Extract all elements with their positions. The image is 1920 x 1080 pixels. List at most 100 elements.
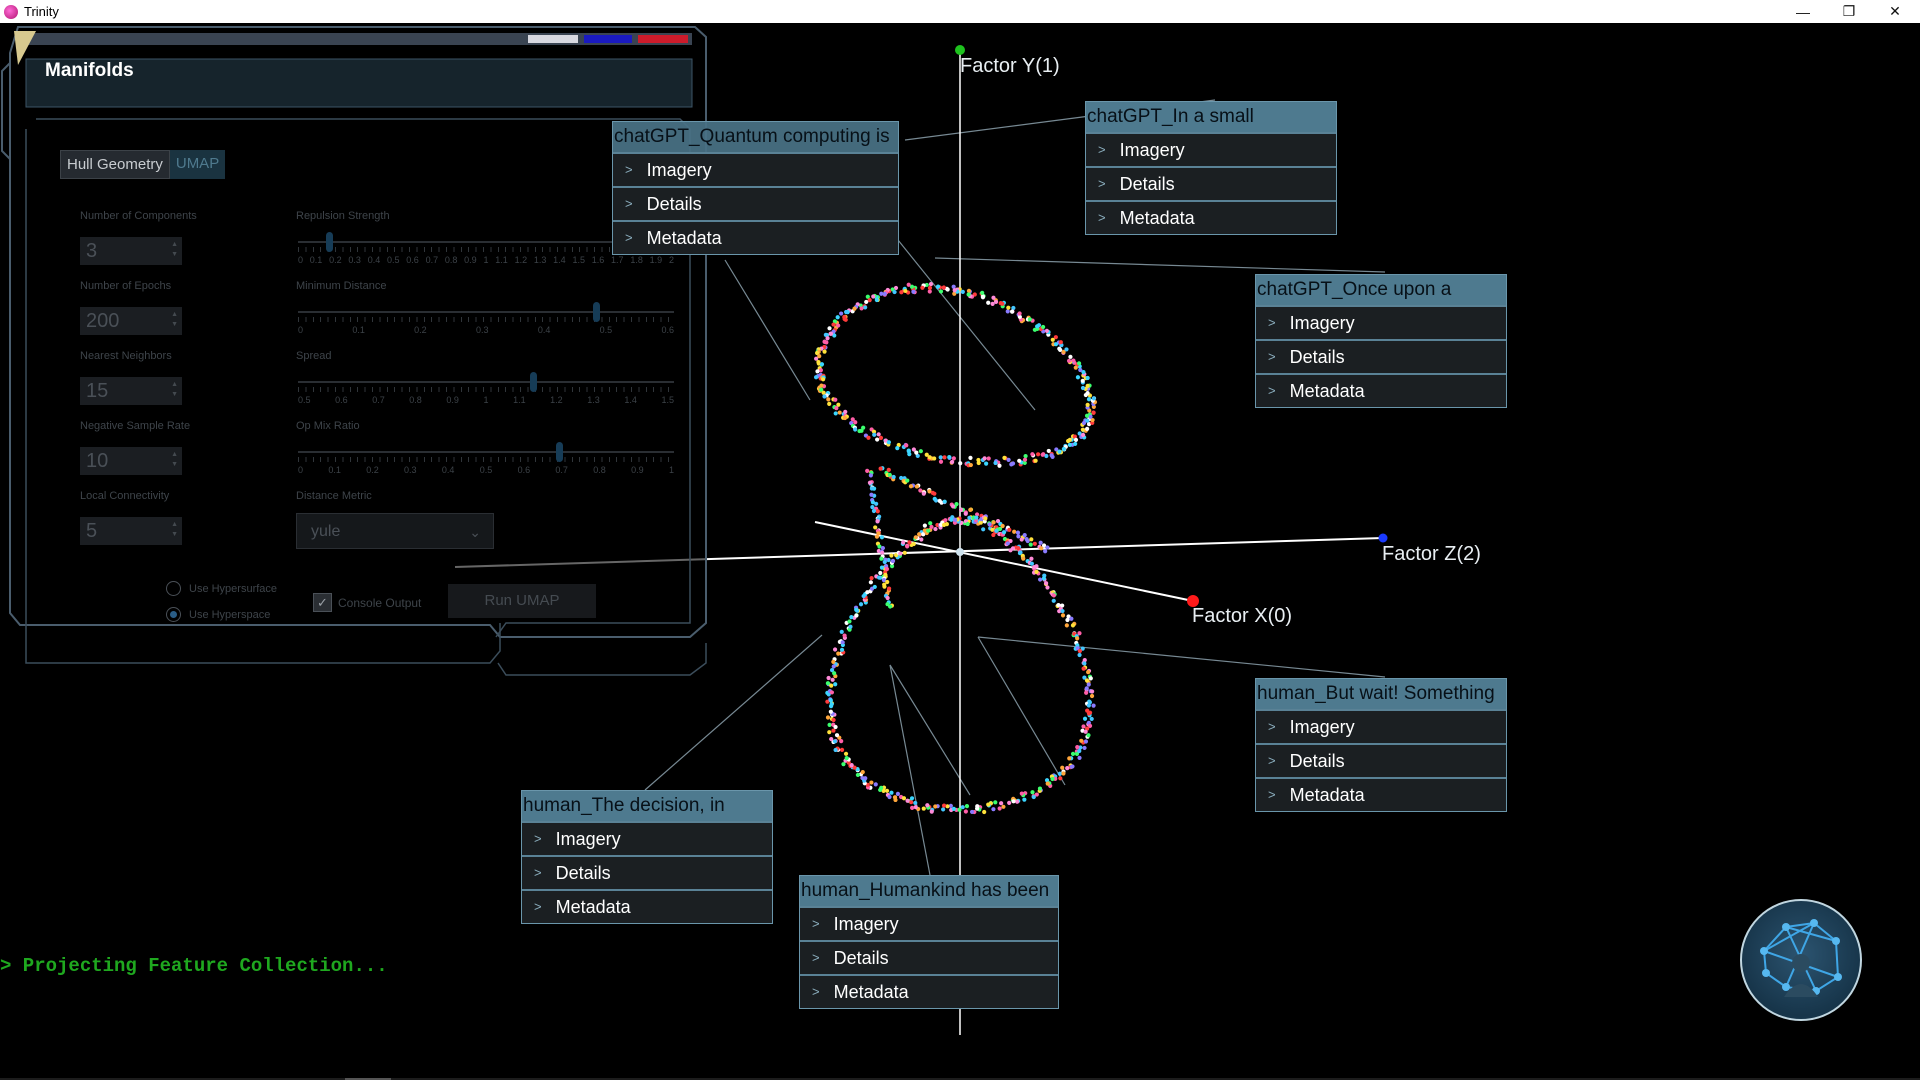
manifold-point [917,532,922,537]
distance-metric-select[interactable]: yule ⌄ [296,513,494,549]
tick-label: 0.3 [404,465,417,475]
details-row[interactable]: > Details [522,855,772,889]
details-row[interactable]: > Details [1256,339,1506,373]
tick-label: 0.5 [386,255,400,265]
local-connectivity-stepper[interactable]: 5 ▲ ▼ [80,517,182,545]
manifold-point [944,522,949,527]
imagery-row[interactable]: > Imagery [800,906,1058,940]
manifold-point [1022,797,1027,802]
manifold-point [892,795,898,800]
metadata-row[interactable]: > Metadata [1086,200,1336,234]
manifold-point [953,517,958,522]
slider-thumb[interactable] [556,442,564,462]
slider-thumb[interactable] [325,232,333,252]
radio-hypersurface[interactable]: Use Hypersurface [166,581,277,596]
manifold-point [1033,458,1038,463]
manifold-point [1045,781,1050,786]
slider-track[interactable] [298,381,674,383]
radio-hyperspace[interactable]: Use Hyperspace [166,607,270,622]
manifold-point [821,377,826,382]
manifold-point [890,558,896,564]
manifold-point [1061,771,1066,776]
feature-window-quantum-computing[interactable]: chatGPT_Quantum computing is > Imagery > D… [612,121,899,255]
feature-window-title[interactable]: human_But wait! Something [1256,679,1506,709]
manifold-point [839,747,845,753]
manifold-point [964,804,970,809]
manifold-point [938,455,943,460]
feature-window-in-a-small[interactable]: chatGPT_In a small > Imagery > Details > Me… [1085,101,1337,235]
metadata-label: Metadata [646,228,722,248]
run-umap-button[interactable]: Run UMAP [448,584,596,618]
feature-window-title[interactable]: chatGPT_In a small [1086,102,1336,132]
details-row[interactable]: > Details [1086,166,1336,200]
spread-slider[interactable]: 0.5 0.6 0.7 0.8 0.9 1 1.1 1.2 1.3 1.4 1.5 [298,372,674,415]
manifold-point [950,504,956,509]
metadata-row[interactable]: > Metadata [800,974,1058,1008]
tick-label: 1.1 [513,395,526,405]
tab-hull-geometry[interactable]: Hull Geometry [60,150,170,179]
manifold-point [867,480,873,485]
manifold-point [839,647,845,652]
manifold-point [898,551,903,556]
details-row[interactable]: > Details [613,186,898,220]
manifold-point [999,801,1004,806]
metadata-row[interactable]: > Metadata [1256,373,1506,407]
manifold-point [869,492,874,497]
manifold-point [822,394,827,399]
details-row[interactable]: > Details [1256,743,1506,777]
slider-track[interactable] [298,311,674,313]
manifold-point [1045,585,1050,590]
slider-thumb[interactable] [593,302,601,322]
chevron-right-icon: > [1268,787,1276,802]
manifold-point [830,677,835,682]
negative-sample-stepper[interactable]: 10 ▲ ▼ [80,447,182,475]
console-output-checkbox[interactable]: ✓ Console Output [313,593,421,612]
imagery-row[interactable]: > Imagery [1256,305,1506,339]
imagery-row[interactable]: > Imagery [522,821,772,855]
feature-window-humankind[interactable]: human_Humankind has been > Imagery > Detai… [799,875,1059,1009]
feature-window-title[interactable]: human_Humankind has been [800,876,1058,906]
metadata-row[interactable]: > Metadata [613,220,898,254]
tab-umap[interactable]: UMAP [169,150,226,179]
network-avatar-button[interactable] [1740,899,1862,1021]
manifold-point [967,515,972,521]
op-mix-slider[interactable]: 0 0.1 0.2 0.3 0.4 0.5 0.6 0.7 0.8 0.9 1 [298,442,674,485]
manifold-point [951,806,956,812]
feature-window-the-decision[interactable]: human_The decision, in > Imagery > Details… [521,790,773,924]
feature-window-once-upon[interactable]: chatGPT_Once upon a > Imagery > Details > M… [1255,274,1507,408]
components-stepper[interactable]: 3 ▲ ▼ [80,237,182,265]
manifold-point [1083,392,1088,398]
feature-window-title[interactable]: human_The decision, in [522,791,772,821]
epochs-stepper[interactable]: 200 ▲ ▼ [80,307,182,335]
metadata-row[interactable]: > Metadata [1256,777,1506,811]
feature-window-title[interactable]: chatGPT_Quantum computing is [613,122,898,152]
neighbors-stepper[interactable]: 15 ▲ ▼ [80,377,182,405]
imagery-row[interactable]: > Imagery [613,152,898,186]
feature-window-title[interactable]: chatGPT_Once upon a [1256,275,1506,305]
imagery-row[interactable]: > Imagery [1086,132,1336,166]
manifold-point [878,787,883,793]
metadata-row[interactable]: > Metadata [522,889,772,923]
manifold-point [1086,670,1091,675]
min-distance-slider[interactable]: 0 0.1 0.2 0.3 0.4 0.5 0.6 [298,302,674,345]
manifold-point [913,535,918,540]
manifold-point [876,432,881,437]
slider-track[interactable] [298,451,674,453]
tick-label: 0.5 [599,325,613,335]
slider-thumb[interactable] [530,372,538,392]
y-axis-endpoint [955,45,965,55]
manifold-point [872,584,877,590]
manifold-point [884,566,889,571]
manifold-point [833,397,838,402]
imagery-row[interactable]: > Imagery [1256,709,1506,743]
manifold-point [1029,561,1034,566]
manifold-point [826,675,831,681]
manifold-point [993,299,999,305]
feature-window-but-wait[interactable]: human_But wait! Something > Imagery > Deta… [1255,678,1507,812]
manifold-point [959,507,964,512]
details-row[interactable]: > Details [800,940,1058,974]
manifold-point [875,519,880,524]
tick-label: 1.2 [514,255,528,265]
tick-label: 0.8 [593,465,606,475]
tick-label: 0 [298,465,304,475]
